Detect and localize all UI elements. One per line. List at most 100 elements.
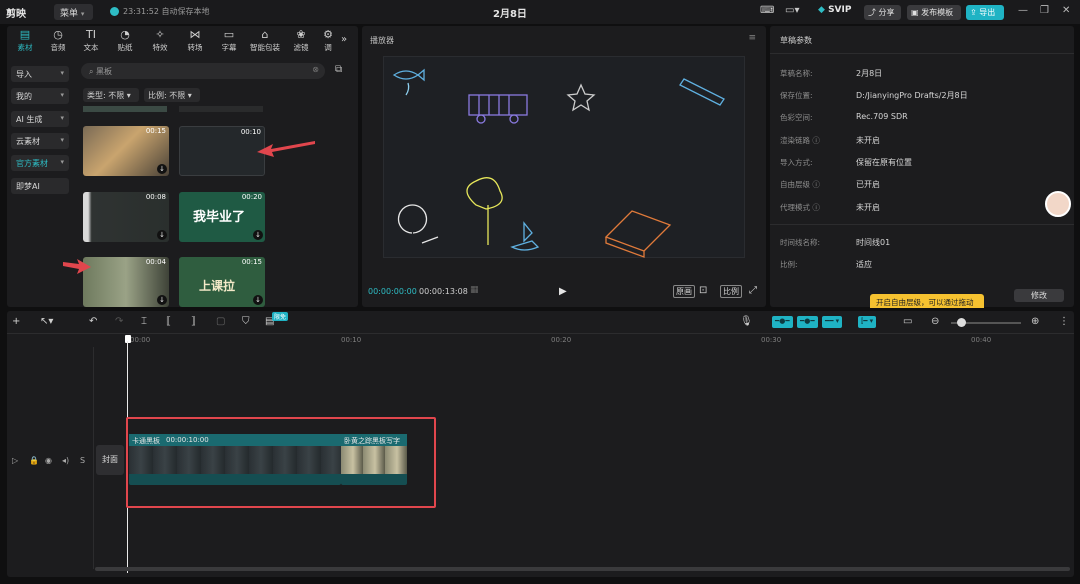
horizontal-scrollbar[interactable] <box>95 567 1070 571</box>
original-quality-button[interactable]: 原画 <box>673 285 695 298</box>
microphone-icon[interactable]: 🎙 <box>740 316 753 327</box>
ratio-filter-dropdown[interactable]: 比例: 不限 ▾ <box>144 88 200 102</box>
menu-icon[interactable]: ≡ <box>748 33 756 43</box>
diamond-icon: ◆ <box>818 5 825 15</box>
text-icon: TI <box>86 28 96 41</box>
solo-icon[interactable]: S <box>80 456 85 465</box>
export-label: 导出 <box>979 8 996 17</box>
download-icon[interactable]: ↓ <box>253 230 263 240</box>
screenshot-icon[interactable]: ⊡ <box>699 285 707 296</box>
media-thumbnail[interactable]: 00:20 我毕业了 ↓ <box>179 192 265 242</box>
media-thumbnail[interactable]: 00:08 ↓ <box>83 192 169 242</box>
zoom-in-icon[interactable]: ⊕ <box>1031 316 1039 327</box>
type-filter-dropdown[interactable]: 类型: 不限 ▾ <box>83 88 139 102</box>
search-input[interactable]: ⌕ 黑板 ⊗ <box>81 63 325 79</box>
tab-filter[interactable]: ❀ 滤镜 <box>285 28 317 56</box>
category-label: 导入 <box>16 70 32 79</box>
maximize-icon[interactable]: ❐ <box>1040 5 1049 16</box>
select-tool-icon[interactable]: ↖▾ <box>40 316 53 327</box>
share-button[interactable]: ⤴ 分享 <box>864 5 901 20</box>
type-filter-label: 类型: 不限 <box>87 91 125 100</box>
category-jimeng-ai[interactable]: 即梦AI <box>11 178 69 194</box>
auto-snap-icon[interactable]: ━●━ <box>797 316 818 328</box>
chalkboard-doodle-graphic <box>392 68 725 258</box>
zoom-out-icon[interactable]: ⊖ <box>931 316 939 327</box>
keyboard-icon[interactable]: ⌨ <box>760 5 774 19</box>
media-thumbnail[interactable]: 00:15 上课拉 ↓ <box>179 257 265 307</box>
split-right-icon[interactable]: ⟧ <box>191 316 196 327</box>
smart-pack-icon: ⌂ <box>261 28 269 41</box>
timeline-panel: + ↖▾ ↶ ↷ ⌶ ⟦ ⟧ ▢ ⛉ ▤ 限免 🎙 ━●━ ━●━ ━━ ▾ ⫿… <box>7 311 1074 577</box>
download-icon[interactable]: ↓ <box>157 230 167 240</box>
divider <box>770 53 1074 54</box>
download-icon[interactable]: ↓ <box>157 295 167 305</box>
tab-text[interactable]: TI 文本 <box>75 28 107 56</box>
category-mine[interactable]: 我的 ▾ <box>11 88 69 104</box>
add-track-icon[interactable]: + <box>12 316 20 327</box>
category-cloud[interactable]: 云素材 ▾ <box>11 133 69 149</box>
app-logo: 剪映 <box>6 9 26 20</box>
category-official[interactable]: 官方素材 ▾ <box>11 155 69 171</box>
clear-icon[interactable]: ⊗ <box>312 65 319 74</box>
assistant-avatar[interactable] <box>1045 191 1071 217</box>
tab-effects[interactable]: ✧ 特效 <box>144 28 176 56</box>
cover-button[interactable]: 封面 <box>96 445 124 475</box>
category-ai-generate[interactable]: AI 生成 ▾ <box>11 111 69 127</box>
tip-banner[interactable]: 开启自由层级，可以通过拖动 <box>870 294 984 308</box>
fullscreen-icon[interactable]: ⤢ <box>749 285 757 296</box>
volume-icon[interactable]: ◂) <box>62 456 69 465</box>
export-button[interactable]: ⇪ 导出 <box>966 5 1004 20</box>
tab-smart-pack[interactable]: ⌂ 智能包装 <box>247 28 283 56</box>
divider <box>93 347 94 569</box>
delete-icon[interactable]: ▢ <box>216 316 225 327</box>
more-options-icon[interactable]: ⋮ <box>1059 316 1069 327</box>
undo-icon[interactable]: ↶ <box>89 316 97 327</box>
split-icon[interactable]: ⌶ <box>141 316 147 327</box>
publish-template-button[interactable]: ▣ 发布模板 <box>907 5 961 20</box>
layout-icon[interactable]: ▭▾ <box>785 5 799 19</box>
image-search-icon[interactable]: ⧉ <box>335 64 342 75</box>
menu-button[interactable]: 菜单 ▾ <box>54 4 93 20</box>
close-icon[interactable]: ✕ <box>1062 5 1070 16</box>
track-visibility-icon[interactable]: ▷ <box>12 456 18 465</box>
media-thumbnail[interactable]: 00:04 ↓ <box>83 257 169 307</box>
modify-button[interactable]: 修改 <box>1014 289 1064 302</box>
tab-label: 滤镜 <box>293 43 309 52</box>
download-icon[interactable]: ↓ <box>157 164 167 174</box>
download-icon[interactable]: ↓ <box>253 295 263 305</box>
filter-icon: ❀ <box>296 28 306 41</box>
tab-sticker[interactable]: ◔ 贴纸 <box>109 28 141 56</box>
tab-transition[interactable]: ⋈ 转场 <box>179 28 211 56</box>
video-canvas[interactable] <box>383 56 745 258</box>
linkage-icon[interactable]: ━━ ▾ <box>822 316 843 328</box>
more-tabs-icon[interactable]: » <box>341 34 347 45</box>
lock-icon[interactable]: 🔒 <box>29 456 39 465</box>
ratio-button[interactable]: 比例 <box>720 285 742 298</box>
tab-audio[interactable]: ◷ 音频 <box>42 28 74 56</box>
zoom-slider-handle[interactable] <box>957 318 966 327</box>
divider <box>7 333 1074 334</box>
media-thumbnail[interactable]: 00:15 ↓ <box>83 126 169 176</box>
share-label: 分享 <box>878 8 895 17</box>
main-track-magnet-icon[interactable]: ━●━ <box>772 316 793 328</box>
grid-icon[interactable]: ▦ <box>470 285 479 295</box>
menu-label: 菜单 <box>60 9 79 19</box>
svip-badge[interactable]: ◆ SVIP <box>818 5 856 20</box>
redo-icon[interactable]: ↷ <box>115 316 123 327</box>
tab-media[interactable]: ▤ 素材 <box>9 28 41 56</box>
screen-preview-icon[interactable]: ▭ <box>903 316 912 327</box>
split-left-icon[interactable]: ⟦ <box>166 316 171 327</box>
tab-subtitle[interactable]: ▭ 字幕 <box>213 28 245 56</box>
play-button[interactable]: ▶ <box>559 286 567 297</box>
shield-icon[interactable]: ⛉ <box>242 316 250 327</box>
category-import[interactable]: 导入 ▾ <box>11 66 69 82</box>
tab-label: 特效 <box>152 43 168 52</box>
category-label: 官方素材 <box>16 159 48 168</box>
playhead-handle[interactable] <box>125 335 131 343</box>
minimize-icon[interactable]: — <box>1018 5 1028 16</box>
tab-adjust[interactable]: ⚙ 调 <box>319 28 337 56</box>
media-thumbnail[interactable]: 00:10 <box>179 126 265 176</box>
eye-icon[interactable]: ◉ <box>45 456 52 465</box>
thumbnail-duration: 00:20 <box>241 193 262 201</box>
preview-axis-icon[interactable]: ⫿━ ▾ <box>858 316 877 328</box>
